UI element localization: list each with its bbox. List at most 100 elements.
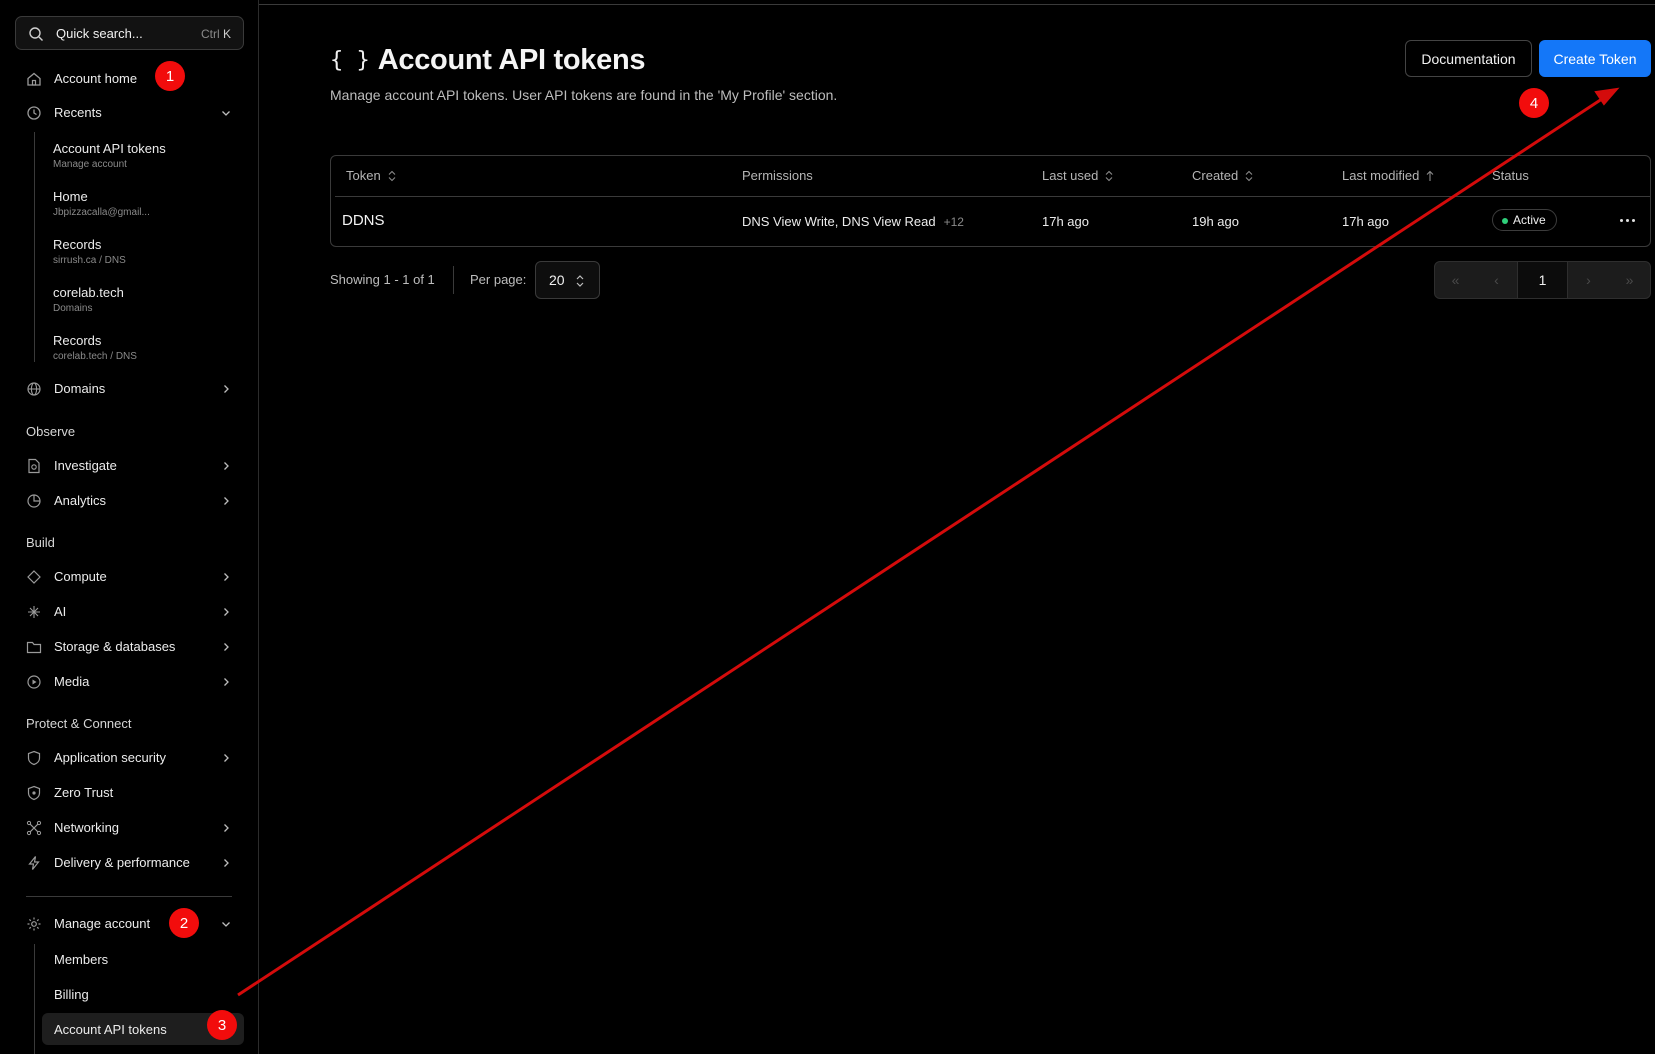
- quick-search[interactable]: Quick search... Ctrl K: [15, 16, 244, 50]
- chevron-right-icon: [224, 824, 229, 832]
- sidebar-item-label: Compute: [54, 569, 107, 584]
- column-header-last-modified[interactable]: Last modified: [1342, 168, 1435, 183]
- prev-page-icon[interactable]: ‹: [1476, 262, 1517, 298]
- sidebar-item-billing[interactable]: Billing: [42, 978, 244, 1010]
- next-page-icon[interactable]: ›: [1568, 262, 1609, 298]
- page-title: Account API tokens: [377, 43, 646, 76]
- column-header-created[interactable]: Created: [1192, 168, 1254, 183]
- recent-subtitle: Domains: [53, 303, 93, 314]
- created-cell: 19h ago: [1192, 214, 1239, 229]
- more-actions-icon[interactable]: [1614, 208, 1640, 232]
- shield-lock-icon: [27, 785, 41, 801]
- sidebar-item-application-security[interactable]: Application security: [15, 742, 244, 774]
- sidebar-item-label: Members: [54, 952, 109, 967]
- column-header-last-used[interactable]: Last used: [1042, 168, 1114, 183]
- shortcut-modifier: Ctrl: [200, 27, 220, 41]
- chevron-right-icon: [224, 462, 229, 470]
- annotation-badge-4: 4: [1519, 88, 1549, 118]
- shortcut-key: K: [222, 27, 231, 41]
- lightning-icon: [28, 856, 40, 870]
- annotation-badge-1: 1: [155, 61, 185, 91]
- sidebar-item-analytics[interactable]: Analytics: [15, 485, 244, 517]
- tokens-table: Token Permissions Last used Created Last…: [330, 155, 1651, 247]
- footer-separator: [453, 266, 454, 294]
- current-page[interactable]: 1: [1517, 262, 1568, 298]
- last-used-cell: 17h ago: [1042, 214, 1089, 229]
- chevron-right-icon: [224, 643, 229, 651]
- pagination-summary: Showing 1 - 1 of 1: [330, 272, 435, 287]
- sidebar-item-label: Account API tokens: [54, 1022, 167, 1037]
- sidebar-item-label: Media: [54, 674, 90, 689]
- page-subtitle: Manage account API tokens. User API toke…: [330, 87, 838, 103]
- sidebar-item-label: Billing: [54, 987, 89, 1002]
- sidebar-item-manage-account[interactable]: Manage account: [15, 908, 244, 940]
- pie-chart-icon: [27, 494, 41, 508]
- sidebar-item-label: Application security: [54, 750, 166, 765]
- recent-title: Account API tokens: [53, 141, 166, 156]
- last-modified-cell: 17h ago: [1342, 214, 1389, 229]
- sidebar-item-domains[interactable]: Domains: [15, 373, 244, 405]
- gear-icon: [27, 917, 41, 931]
- api-braces-icon: { }: [330, 47, 370, 73]
- sidebar-item-networking[interactable]: Networking: [15, 812, 244, 844]
- diamond-icon: [27, 570, 41, 584]
- documentation-button[interactable]: Documentation: [1405, 40, 1532, 77]
- chevron-right-icon: [224, 859, 229, 867]
- sidebar-item-delivery[interactable]: Delivery & performance: [15, 847, 244, 879]
- first-page-icon[interactable]: «: [1435, 262, 1476, 298]
- create-token-button[interactable]: Create Token: [1539, 40, 1651, 77]
- chevron-right-icon: [224, 678, 229, 686]
- permissions-text: DNS View Write, DNS View Read: [742, 214, 936, 229]
- sidebar-item-recents[interactable]: Recents: [15, 97, 244, 129]
- sparkle-icon: [28, 606, 40, 618]
- play-circle-icon: [27, 675, 41, 689]
- recent-title: Home: [53, 189, 88, 204]
- recent-item[interactable]: Records corelab.tech / DNS: [53, 333, 137, 362]
- sidebar-item-label: Networking: [54, 820, 120, 835]
- sidebar-item-zero-trust[interactable]: Zero Trust: [15, 777, 244, 809]
- sidebar-item-compute[interactable]: Compute: [15, 561, 244, 593]
- pagination: « ‹ 1 › »: [1434, 261, 1651, 299]
- sidebar-item-ai[interactable]: AI: [15, 596, 244, 628]
- sidebar-item-investigate[interactable]: Investigate: [15, 450, 244, 482]
- column-header-token[interactable]: Token: [346, 168, 397, 183]
- sidebar-item-label: Analytics: [54, 493, 107, 508]
- status-text: Active: [1513, 213, 1546, 227]
- document-search-icon: [28, 458, 40, 474]
- column-header-status: Status: [1492, 168, 1529, 183]
- globe-icon: [27, 382, 41, 396]
- sidebar-item-label: Recents: [54, 105, 102, 120]
- sidebar-item-label: Domains: [54, 381, 106, 396]
- chevron-right-icon: [224, 608, 229, 616]
- permissions-cell: DNS View Write, DNS View Read +12: [742, 214, 964, 229]
- sidebar-item-media[interactable]: Media: [15, 666, 244, 698]
- recent-item[interactable]: Records sirrush.ca / DNS: [53, 237, 126, 266]
- per-page-label: Per page:: [470, 272, 527, 287]
- token-name[interactable]: DDNS: [342, 212, 385, 229]
- manage-tree-line: [34, 944, 35, 1054]
- recent-item[interactable]: corelab.tech Domains: [53, 285, 124, 314]
- sidebar-item-label: Account home: [54, 71, 138, 86]
- column-label: Last used: [1042, 168, 1099, 183]
- sort-icon: [1245, 170, 1253, 181]
- sidebar-item-label: Zero Trust: [54, 785, 114, 800]
- chevron-down-icon: [222, 922, 230, 927]
- section-header-protect: Protect & Connect: [26, 716, 132, 731]
- recent-item[interactable]: Home Jbpizzacalla@gmail...: [53, 189, 150, 218]
- sidebar: Quick search... Ctrl K Account home Rece…: [0, 0, 259, 1054]
- chevron-right-icon: [224, 573, 229, 581]
- per-page-select[interactable]: 20: [535, 261, 600, 299]
- sort-ascending-icon: [1426, 170, 1434, 181]
- permissions-more[interactable]: +12: [944, 215, 964, 229]
- sidebar-item-members[interactable]: Members: [42, 943, 244, 975]
- sort-icon: [1105, 170, 1113, 181]
- last-page-icon[interactable]: »: [1609, 262, 1650, 298]
- network-icon: [26, 820, 42, 836]
- sidebar-item-label: Storage & databases: [54, 639, 176, 654]
- section-header-observe: Observe: [26, 424, 76, 439]
- column-label: Status: [1492, 168, 1529, 183]
- recent-item[interactable]: Account API tokens Manage account: [53, 141, 166, 170]
- sidebar-item-account-home[interactable]: Account home: [15, 63, 244, 95]
- sidebar-item-storage[interactable]: Storage & databases: [15, 631, 244, 663]
- per-page-value: 20: [549, 272, 565, 288]
